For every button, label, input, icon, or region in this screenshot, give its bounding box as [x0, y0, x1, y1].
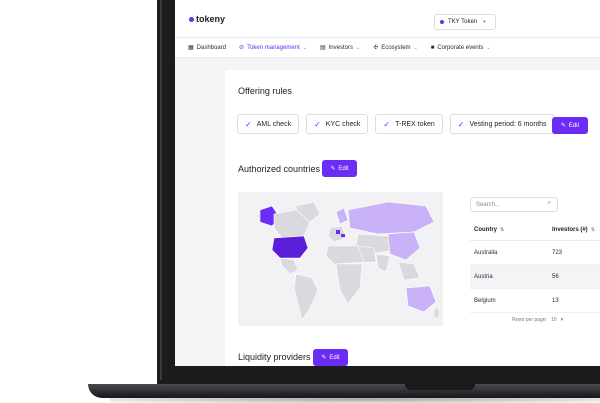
map-region-south-africa: [335, 263, 363, 305]
chevron-down-icon: ⌄: [355, 44, 361, 51]
map-region-belgium: [336, 230, 340, 234]
rule-label: AML check: [256, 120, 292, 128]
world-map-svg: [259, 201, 439, 321]
nav-item-dashboard[interactable]: ▦ Dashboard: [188, 44, 227, 52]
rows-per-page-label: Rows per page:: [512, 317, 548, 323]
authorized-countries-title: Authorized countries: [238, 164, 321, 174]
world-map: [238, 192, 443, 326]
laptop-base: [88, 384, 600, 398]
nav-item-label: Dashboard: [196, 44, 227, 51]
sort-icon: ⇅: [590, 226, 595, 233]
rule-chip-aml: ✓ AML check: [237, 114, 300, 134]
map-region-australia: [405, 285, 437, 313]
map-region-se-asia: [397, 261, 421, 281]
nav-item-label: Investors: [328, 44, 353, 51]
chevron-down-icon: ▾: [483, 19, 486, 25]
offering-rules-list: ✓ AML check ✓ KYC check ✓ T-REX token ✓ …: [237, 114, 555, 134]
rule-label: T-REX token: [395, 120, 435, 128]
column-label: Investors (#): [552, 226, 588, 233]
search-icon: ⌕: [547, 200, 551, 206]
cell-investors: 13: [552, 297, 559, 304]
chevron-down-icon: ⌄: [486, 44, 491, 51]
rule-label: KYC check: [325, 120, 361, 128]
table-row[interactable]: Australia 723: [470, 241, 600, 265]
liquidity-providers-title: Liquidity providers: [238, 352, 311, 362]
country-search-input[interactable]: Search... ⌕: [470, 197, 558, 212]
offering-rules-title: Offering rules: [238, 86, 292, 96]
globe-icon: ✣: [373, 45, 379, 51]
pencil-icon: ✎: [321, 355, 327, 361]
rule-label: Vesting period: 6 months: [469, 120, 547, 128]
column-label: Country: [474, 226, 497, 233]
edit-button-label: Edit: [338, 165, 349, 172]
table-row[interactable]: Austria 56: [470, 265, 600, 289]
nav-item-label: Corporate events: [437, 44, 484, 51]
map-region-austria: [341, 234, 345, 237]
dashboard-icon: ▦: [188, 45, 194, 51]
check-circle-icon: ⊘: [239, 45, 245, 51]
check-icon: ✓: [383, 119, 391, 129]
column-header-country[interactable]: Country ⇅: [470, 227, 552, 233]
logo[interactable]: tokeny: [189, 14, 225, 24]
map-region-scandinavia: [335, 207, 349, 225]
map-region-usa: [271, 235, 309, 259]
countries-table: Country ⇅ Investors (#) ⇅ Australia 723 …: [470, 219, 600, 313]
edit-button-label: Edit: [568, 122, 580, 129]
token-selector-label: TKY Token: [448, 19, 478, 25]
cell-country: Belgium: [474, 297, 496, 304]
table-header: Country ⇅ Investors (#) ⇅: [470, 219, 600, 241]
nav-item-investors[interactable]: ▤ Investors ⌄: [319, 44, 361, 52]
cell-country: Australia: [474, 249, 498, 256]
top-bar: tokeny TKY Token ▾: [175, 0, 600, 38]
nav-item-label: Token management: [247, 44, 300, 51]
pencil-icon: ✎: [560, 123, 566, 129]
map-region-russia: [347, 201, 435, 235]
map-region-china: [387, 231, 421, 261]
nav-item-corporate-events[interactable]: ■ Corporate events ⌄: [431, 45, 491, 51]
content-card: Offering rules ✓ AML check ✓ KYC check ✓…: [225, 70, 600, 366]
nav-item-ecosystem[interactable]: ✣ Ecosystem ⌄: [373, 44, 418, 52]
check-icon: ✓: [314, 119, 321, 129]
logo-text: tokeny: [196, 14, 226, 24]
map-region-south-america: [293, 273, 319, 321]
nav-item-token-management[interactable]: ⊘ Token management ⌄: [239, 44, 307, 52]
rows-per-page-select[interactable]: 10: [551, 317, 557, 323]
token-dot-icon: [440, 20, 444, 24]
search-placeholder: Search...: [476, 201, 501, 208]
map-region-north-africa: [325, 245, 365, 265]
main-nav: ▦ Dashboard ⊘ Token management ⌄ ▤ Inves…: [175, 38, 600, 58]
chevron-down-icon: ▾: [560, 317, 564, 323]
chevron-down-icon: ⌄: [302, 44, 307, 51]
pencil-icon: ✎: [330, 166, 336, 172]
table-row[interactable]: Belgium 13: [470, 289, 600, 313]
laptop-notch: [405, 384, 475, 390]
map-region-mexico: [279, 257, 299, 275]
map-region-new-zealand: [434, 308, 439, 318]
rule-chip-kyc: ✓ KYC check: [306, 114, 369, 134]
cell-investors: 723: [552, 249, 563, 256]
logo-mark-icon: [189, 16, 194, 22]
token-selector[interactable]: TKY Token ▾: [434, 14, 496, 30]
authorized-countries-edit-button[interactable]: ✎ Edit: [322, 160, 357, 177]
check-icon: ✓: [457, 119, 465, 129]
sort-icon: ⇅: [500, 226, 505, 233]
map-region-india: [375, 253, 391, 273]
briefcase-icon: ■: [430, 44, 435, 51]
offering-rules-edit-button[interactable]: ✎ Edit: [552, 117, 588, 134]
laptop-mockup: tokeny TKY Token ▾ ▦ Dashboard ⊘ Token m…: [0, 0, 600, 403]
liquidity-providers-edit-button[interactable]: ✎ Edit: [313, 349, 348, 366]
cell-country: Austria: [474, 273, 493, 280]
nav-item-label: Ecosystem: [381, 44, 411, 51]
app-screen: tokeny TKY Token ▾ ▦ Dashboard ⊘ Token m…: [175, 0, 600, 366]
laptop-lid-edge: [160, 0, 162, 380]
edit-button-label: Edit: [329, 354, 340, 361]
rows-per-page: Rows per page: 10 ▾: [512, 317, 563, 323]
cell-investors: 56: [552, 273, 559, 280]
rule-chip-trex: ✓ T-REX token: [375, 114, 443, 134]
rule-chip-vesting: ✓ Vesting period: 6 months: [449, 114, 555, 134]
chevron-down-icon: ⌄: [413, 44, 418, 51]
check-icon: ✓: [245, 119, 252, 129]
column-header-investors[interactable]: Investors (#) ⇅: [552, 227, 600, 233]
id-card-icon: ▤: [319, 45, 326, 51]
